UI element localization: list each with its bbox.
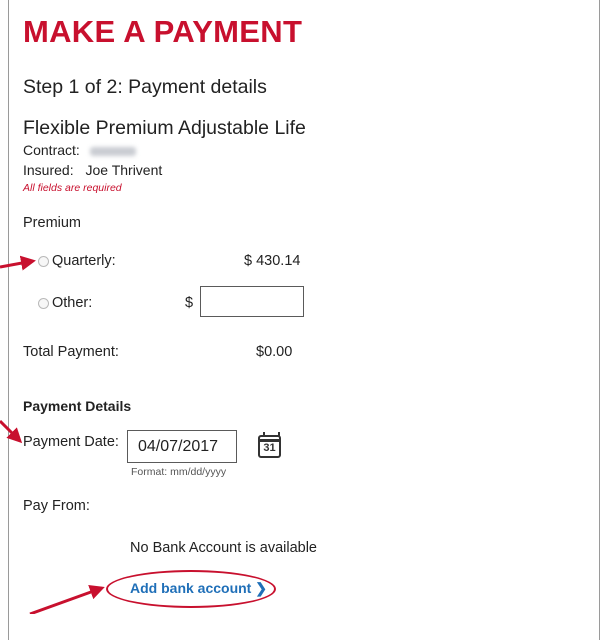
other-radio[interactable] bbox=[38, 298, 49, 309]
insured-row: Insured: Joe Thrivent bbox=[23, 162, 162, 178]
insured-name: Joe Thrivent bbox=[85, 162, 163, 178]
payment-date-input[interactable] bbox=[127, 430, 237, 463]
payment-details-heading: Payment Details bbox=[23, 398, 132, 414]
quarterly-radio[interactable] bbox=[38, 256, 49, 267]
other-currency-symbol: $ bbox=[185, 295, 194, 311]
premium-heading: Premium bbox=[23, 215, 82, 231]
other-label[interactable]: Other: bbox=[52, 295, 92, 311]
date-format-hint: Format: mm/dd/yyyy bbox=[131, 466, 227, 478]
payment-date-label: Payment Date: bbox=[23, 434, 119, 450]
total-payment-value: $0.00 bbox=[256, 344, 293, 360]
other-amount-input[interactable] bbox=[200, 286, 304, 317]
insured-label: Insured: bbox=[23, 162, 74, 178]
calendar-rings bbox=[263, 432, 280, 437]
total-payment-label: Total Payment: bbox=[23, 344, 119, 360]
product-name: Flexible Premium Adjustable Life bbox=[23, 117, 306, 139]
pay-from-label: Pay From: bbox=[23, 498, 90, 514]
contract-row: Contract: bbox=[23, 142, 136, 158]
contract-label: Contract: bbox=[23, 142, 80, 158]
calendar-icon[interactable]: 31 bbox=[258, 432, 281, 458]
required-note: All fields are required bbox=[23, 182, 122, 194]
highlight-oval bbox=[106, 570, 276, 608]
contract-number-redacted bbox=[89, 146, 136, 156]
calendar-day: 31 bbox=[263, 442, 276, 454]
page-title: MAKE A PAYMENT bbox=[23, 14, 303, 49]
step-indicator: Step 1 of 2: Payment details bbox=[23, 76, 267, 98]
quarterly-label[interactable]: Quarterly: bbox=[52, 253, 116, 269]
quarterly-amount: $ 430.14 bbox=[244, 253, 301, 269]
no-bank-account-message: No Bank Account is available bbox=[130, 540, 317, 556]
